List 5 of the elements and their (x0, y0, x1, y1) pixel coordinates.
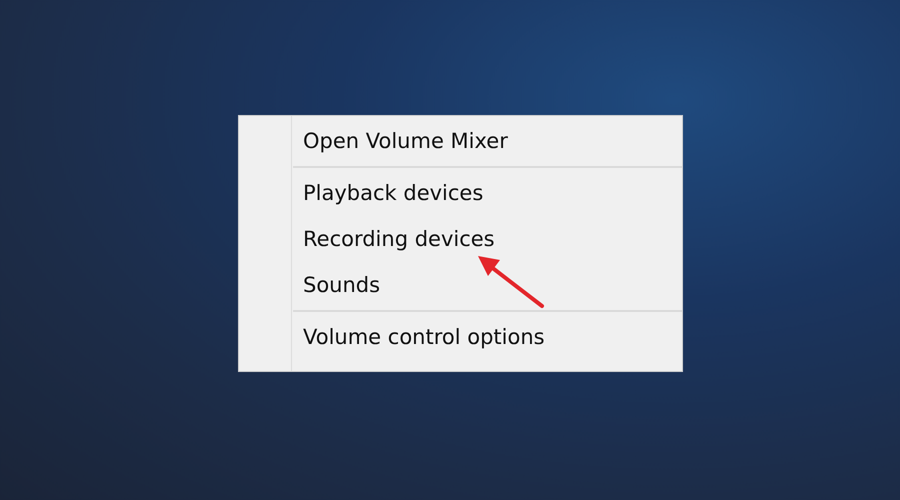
menu-item[interactable]: Recording devices (239, 216, 682, 262)
menu-item[interactable]: Sounds (239, 262, 682, 308)
menu-item[interactable]: Playback devices (239, 170, 682, 216)
menu-item[interactable]: Volume control options (239, 314, 682, 360)
menu-item[interactable]: Open Volume Mixer (239, 118, 682, 164)
